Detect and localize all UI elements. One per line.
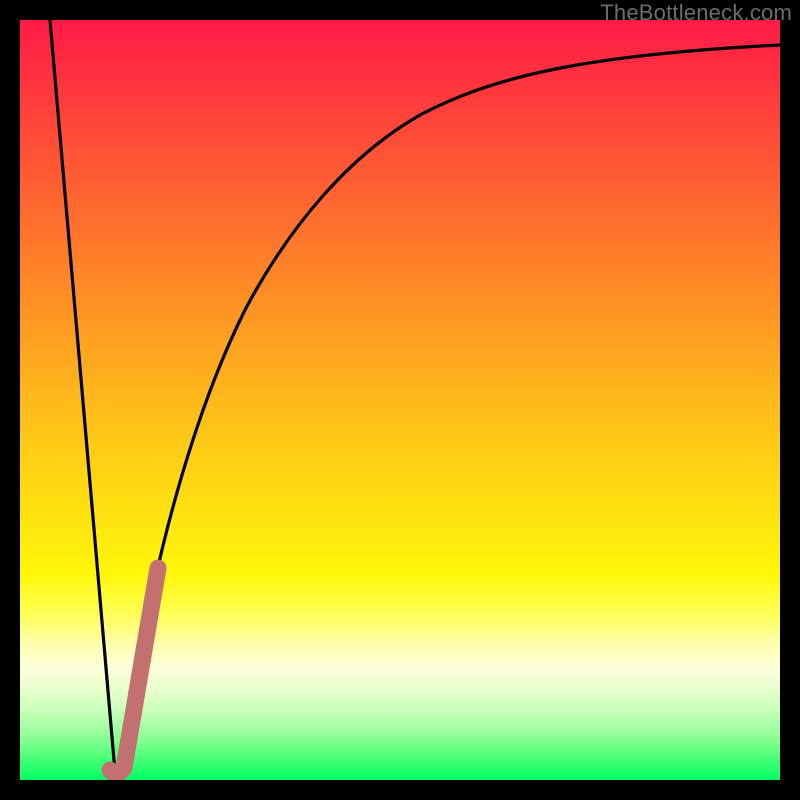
highlight-segment <box>110 568 158 774</box>
bottleneck-curve <box>50 20 780 772</box>
chart-frame: TheBottleneck.com <box>0 0 800 800</box>
curve-layer <box>20 20 780 780</box>
plot-area <box>20 20 780 780</box>
